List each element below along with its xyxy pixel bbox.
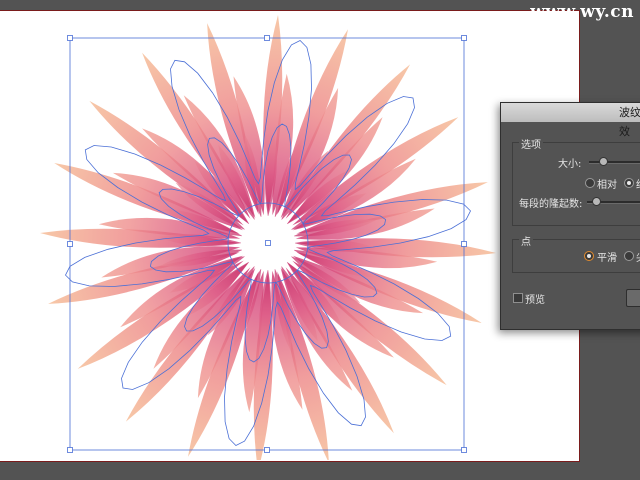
ok-button[interactable] bbox=[626, 289, 640, 307]
preview-checkbox[interactable] bbox=[513, 293, 523, 303]
dialog-title: 波纹效 bbox=[619, 106, 640, 138]
absolute-label: 绝 bbox=[636, 176, 640, 191]
options-group-label: 选项 bbox=[519, 136, 543, 151]
resize-handle[interactable] bbox=[67, 241, 73, 247]
corner-label: 尖 bbox=[636, 249, 640, 264]
size-label: 大小: bbox=[558, 159, 582, 170]
preview-label: 预览 bbox=[525, 295, 545, 306]
watermark-text: www.wy.cn bbox=[530, 2, 634, 22]
resize-handle[interactable] bbox=[461, 241, 467, 247]
resize-handle[interactable] bbox=[67, 35, 73, 41]
dialog-title-bar[interactable]: 波纹效 bbox=[501, 103, 640, 138]
relative-radio[interactable] bbox=[585, 178, 595, 188]
resize-handle[interactable] bbox=[461, 447, 467, 453]
zig-zag-dialog[interactable]: 波纹效 选项 大小: 相对 绝 每段的隆起数: 点 平滑 尖 预览 bbox=[500, 102, 640, 330]
resize-handle[interactable] bbox=[264, 35, 270, 41]
size-slider-track[interactable] bbox=[589, 161, 640, 164]
size-slider-knob[interactable] bbox=[599, 157, 608, 166]
resize-handle[interactable] bbox=[67, 447, 73, 453]
resize-handle[interactable] bbox=[264, 447, 270, 453]
resize-handle[interactable] bbox=[461, 35, 467, 41]
ridges-label: 每段的隆起数: bbox=[519, 199, 583, 210]
ridges-slider-knob[interactable] bbox=[592, 197, 601, 206]
points-group-label: 点 bbox=[519, 233, 533, 248]
corner-radio[interactable] bbox=[624, 251, 634, 261]
relative-label: 相对 bbox=[597, 180, 617, 191]
smooth-radio[interactable] bbox=[584, 251, 594, 261]
smooth-label: 平滑 bbox=[597, 253, 617, 264]
absolute-radio[interactable] bbox=[624, 178, 634, 188]
resize-handle[interactable] bbox=[265, 240, 271, 246]
